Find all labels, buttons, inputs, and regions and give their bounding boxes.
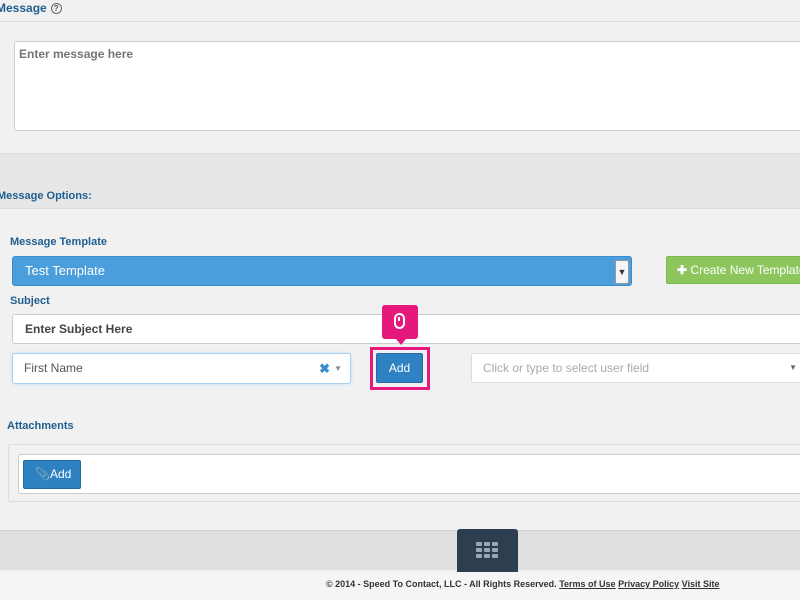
field-select-value: First Name xyxy=(24,361,83,375)
help-icon[interactable]: ? xyxy=(50,3,62,14)
grid-icon xyxy=(476,542,499,559)
clear-icon[interactable]: ✖ xyxy=(319,354,330,383)
attachments-dropzone xyxy=(18,454,800,494)
message-heading: Message? xyxy=(0,1,62,15)
add-field-button[interactable]: Add xyxy=(376,353,423,383)
visit-site-link[interactable]: Visit Site xyxy=(682,579,720,589)
user-field-placeholder: Click or type to select user field xyxy=(483,361,650,375)
message-template-label: Message Template xyxy=(10,236,108,248)
create-new-template-button[interactable]: ✚ Create New Template xyxy=(666,256,800,284)
apps-menu-button[interactable] xyxy=(457,529,518,572)
copyright-text: © 2014 - Speed To Contact, LLC - All Rig… xyxy=(326,579,720,589)
message-textarea[interactable] xyxy=(14,41,800,131)
footer-band xyxy=(0,530,800,570)
message-heading-label: Message xyxy=(0,1,47,15)
copyright-label: © 2014 - Speed To Contact, LLC - All Rig… xyxy=(326,579,557,589)
options-band xyxy=(0,153,800,209)
mouse-icon xyxy=(394,313,405,329)
add-attachment-label: Add xyxy=(49,467,72,481)
privacy-policy-link[interactable]: Privacy Policy xyxy=(618,579,679,589)
message-template-value: Test Template xyxy=(25,263,105,278)
paperclip-icon: 📎 xyxy=(35,467,50,481)
user-field-select[interactable]: Click or type to select user field ▼ xyxy=(471,353,800,383)
attachments-label: Attachments xyxy=(7,420,74,432)
create-new-template-label: Create New Template xyxy=(690,263,800,277)
message-template-select[interactable]: Test Template ▼ xyxy=(12,256,632,286)
plus-icon: ✚ xyxy=(677,263,688,277)
caret-down-icon[interactable]: ▼ xyxy=(334,354,342,383)
terms-of-use-link[interactable]: Terms of Use xyxy=(559,579,615,589)
subject-label: Subject xyxy=(10,295,50,307)
caret-down-icon[interactable]: ▼ xyxy=(789,354,797,382)
message-options-heading: Message Options: xyxy=(0,190,92,202)
add-attachment-button[interactable]: 📎Add xyxy=(23,460,81,489)
chevron-down-icon[interactable]: ▼ xyxy=(615,260,629,284)
click-indicator-tooltip xyxy=(382,305,418,345)
divider xyxy=(0,21,800,22)
field-select[interactable]: First Name ✖ ▼ xyxy=(12,353,351,384)
